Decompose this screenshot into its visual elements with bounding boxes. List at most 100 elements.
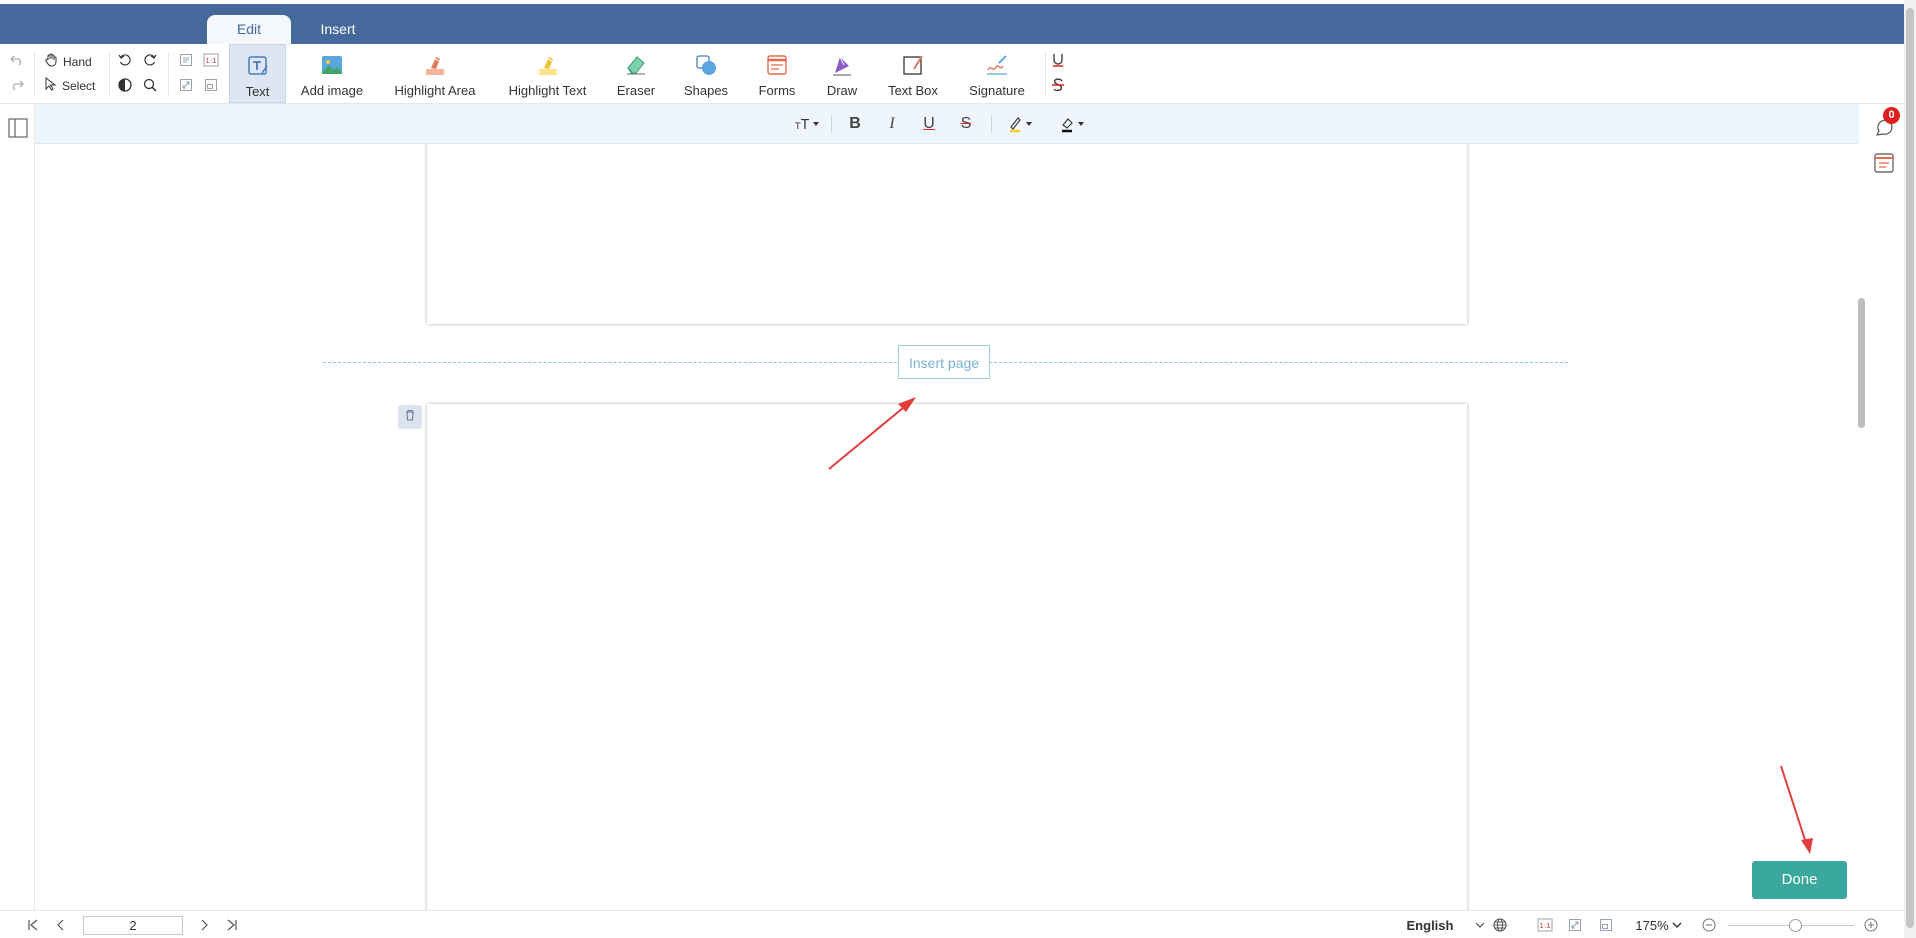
single-page-view-icon[interactable] — [177, 51, 195, 69]
actual-size-icon[interactable]: 1:1 — [1536, 915, 1554, 935]
select-label: Select — [62, 78, 96, 93]
done-button[interactable]: Done — [1752, 861, 1847, 899]
svg-text:1:1: 1:1 — [1539, 922, 1550, 930]
italic-button[interactable]: I — [881, 112, 903, 136]
tool-shapes[interactable]: Shapes — [680, 44, 732, 103]
zoom-out-icon[interactable] — [1700, 915, 1718, 935]
tool-draw-label: Draw — [826, 83, 858, 98]
main-toolbar: Hand Select 1:1 Text Add image Highlight… — [0, 44, 1904, 104]
tool-highlight-text-label: Highlight Text — [508, 83, 587, 98]
first-page-icon[interactable] — [24, 915, 42, 935]
highlight-text-icon — [535, 52, 561, 78]
svg-text:T: T — [800, 118, 809, 132]
undo-icon[interactable] — [8, 51, 26, 69]
text-box-icon — [900, 52, 926, 78]
page-number-input[interactable] — [83, 916, 183, 935]
left-rail — [0, 104, 35, 910]
contrast-icon[interactable] — [116, 76, 134, 94]
underline-button[interactable]: U — [918, 112, 940, 136]
forms-icon — [764, 52, 790, 78]
tool-signature-label: Signature — [969, 83, 1025, 98]
fit-width-icon[interactable] — [1597, 915, 1615, 935]
tool-text-box-label: Text Box — [888, 83, 938, 98]
draw-icon — [829, 52, 855, 78]
font-size-icon[interactable]: TT — [793, 112, 823, 136]
tool-highlight-area[interactable]: Highlight Area — [385, 44, 485, 103]
chevron-down-icon[interactable] — [1473, 915, 1487, 935]
tool-text-box[interactable]: Text Box — [882, 44, 944, 103]
eraser-icon — [623, 52, 649, 78]
comments-count-badge: 0 — [1883, 107, 1900, 124]
arrow-head — [1801, 838, 1813, 854]
last-page-icon[interactable] — [223, 915, 241, 935]
rotate-left-icon[interactable] — [116, 51, 134, 69]
zoom-level-select[interactable]: 175% — [1632, 915, 1672, 935]
document-viewport: Insert page Done — [36, 144, 1859, 910]
next-page-icon[interactable] — [195, 915, 213, 935]
tool-shapes-label: Shapes — [683, 83, 729, 98]
format-divider — [831, 116, 832, 132]
tool-draw[interactable]: Draw — [820, 44, 864, 103]
document-scrollbar[interactable] — [1857, 144, 1866, 910]
toolbar-divider — [168, 52, 169, 96]
window-scrollbar[interactable] — [1904, 0, 1916, 938]
toolbar-divider — [109, 52, 110, 96]
bottom-status-bar: English 1:1 175% — [0, 910, 1904, 938]
hand-icon — [45, 53, 58, 70]
zoom-in-icon[interactable] — [1862, 915, 1880, 935]
tab-edit[interactable]: Edit — [207, 15, 291, 44]
search-icon[interactable] — [141, 76, 159, 94]
select-tool-button[interactable]: Select — [45, 76, 96, 94]
strikeout-text-icon[interactable] — [1049, 76, 1067, 94]
rotate-right-icon[interactable] — [141, 51, 159, 69]
annotation-arrows — [828, 397, 1813, 854]
format-divider — [991, 116, 992, 132]
text-format-bar: TT B I U S — [35, 104, 1859, 144]
language-selector[interactable]: English — [1400, 915, 1460, 935]
hand-label: Hand — [63, 54, 92, 69]
globe-icon[interactable] — [1491, 915, 1509, 935]
top-tab-bar: Edit Insert — [0, 4, 1904, 44]
document-scrollbar-thumb[interactable] — [1858, 298, 1865, 428]
text-color-icon[interactable] — [1057, 112, 1091, 136]
tool-text-label: Text — [245, 84, 270, 99]
arrow-to-insert-page — [828, 402, 910, 470]
highlight-color-icon[interactable] — [1005, 112, 1039, 136]
svg-text:T: T — [794, 122, 801, 132]
sidebar-toggle-icon[interactable] — [8, 118, 28, 138]
tool-eraser[interactable]: Eraser — [611, 44, 661, 103]
fit-page-icon[interactable] — [177, 76, 195, 94]
image-icon — [319, 52, 345, 78]
tool-add-image[interactable]: Add image — [294, 44, 370, 103]
svg-text:1:1: 1:1 — [205, 57, 216, 65]
fit-width-icon[interactable] — [202, 76, 220, 94]
fit-page-icon[interactable] — [1566, 915, 1584, 935]
tool-forms[interactable]: Forms — [750, 44, 804, 103]
strikethrough-button[interactable]: S — [955, 112, 977, 136]
toolbar-divider — [34, 52, 35, 96]
tool-text[interactable]: Text — [229, 44, 286, 103]
zoom-slider-handle[interactable] — [1789, 919, 1802, 932]
tool-highlight-text[interactable]: Highlight Text — [500, 44, 595, 103]
tool-signature[interactable]: Signature — [964, 44, 1030, 103]
hand-tool-button[interactable]: Hand — [45, 53, 92, 70]
tool-add-image-label: Add image — [300, 83, 364, 98]
tool-highlight-area-label: Highlight Area — [394, 83, 476, 98]
window-scrollbar-thumb[interactable] — [1906, 8, 1914, 928]
tool-forms-label: Forms — [758, 83, 796, 98]
tab-insert[interactable]: Insert — [298, 15, 378, 44]
form-fields-panel-icon[interactable] — [1873, 152, 1895, 174]
underline-text-icon[interactable] — [1049, 51, 1067, 69]
signature-icon — [984, 52, 1010, 78]
actual-size-icon[interactable]: 1:1 — [202, 51, 220, 69]
bold-button[interactable]: B — [844, 112, 866, 136]
tool-eraser-label: Eraser — [616, 83, 656, 98]
text-tool-icon — [245, 53, 271, 79]
arrow-to-done — [1780, 765, 1808, 847]
previous-page-icon[interactable] — [52, 915, 70, 935]
highlight-area-icon — [422, 52, 448, 78]
toolbar-divider — [1045, 52, 1046, 96]
chevron-down-icon[interactable] — [1671, 915, 1683, 935]
cursor-icon — [45, 76, 57, 94]
redo-icon[interactable] — [8, 76, 26, 94]
